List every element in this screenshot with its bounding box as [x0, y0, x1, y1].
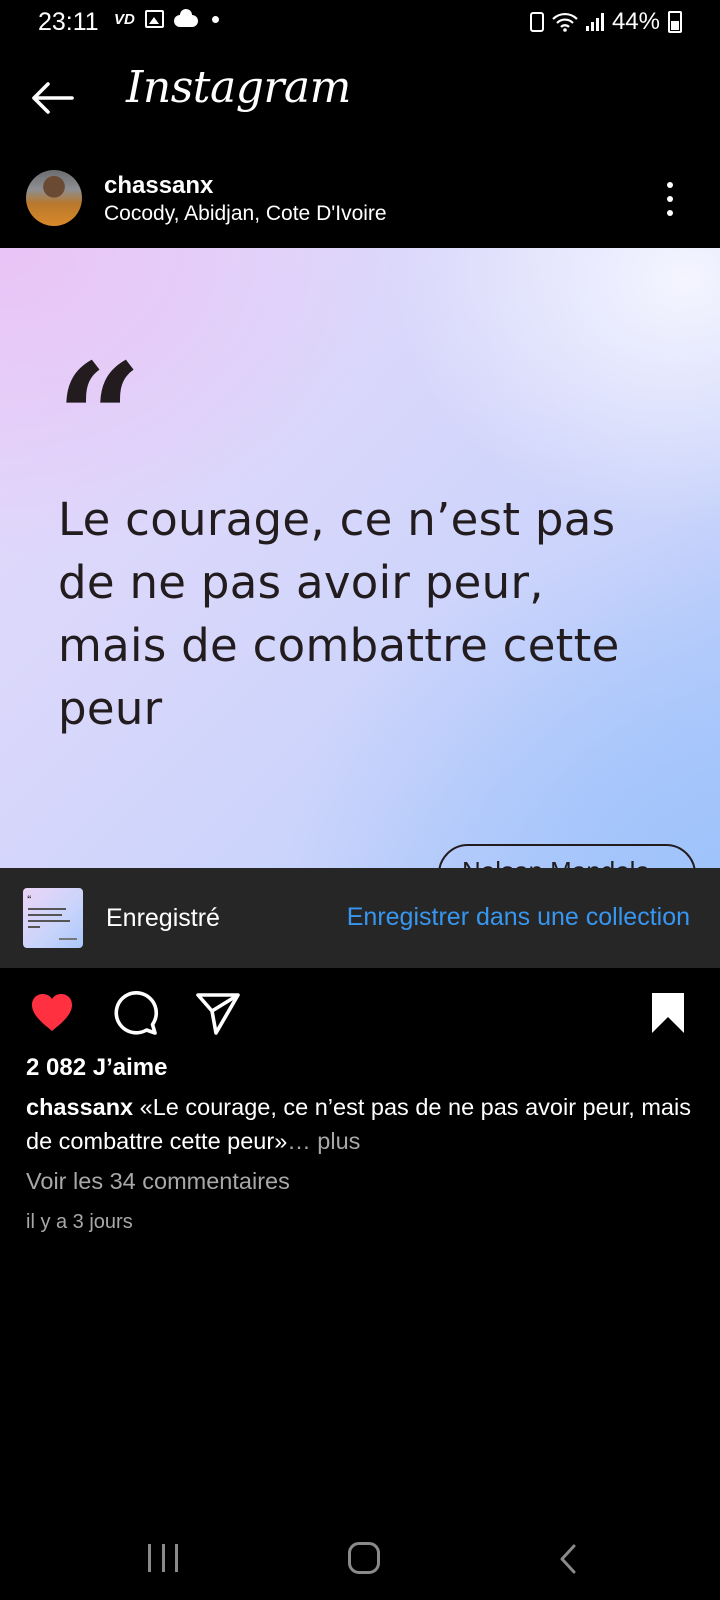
gallery-icon — [144, 10, 164, 28]
post-caption: chassanx «Le courage, ce n’est pas de ne… — [26, 1090, 696, 1158]
quote-line: Le courage, ce n’est pas — [58, 493, 616, 546]
wifi-icon — [552, 12, 578, 32]
battery-percent: 44% — [611, 8, 660, 35]
post-actions — [0, 985, 720, 1041]
post-username[interactable]: chassanx — [104, 172, 213, 200]
likes-count[interactable]: 2 082 J’aime — [26, 1054, 167, 1082]
quote-line: de ne pas avoir peur, — [58, 556, 544, 609]
notification-dot-icon — [211, 15, 219, 23]
signal-icon — [585, 13, 604, 31]
avatar[interactable] — [26, 170, 82, 226]
heart-filled-icon[interactable] — [28, 989, 76, 1037]
post-location[interactable]: Cocody, Abidjan, Cote D'Ivoire — [104, 202, 387, 226]
system-nav-bar — [0, 1520, 720, 1600]
battery-saver-icon — [529, 12, 544, 32]
post-header: chassanx Cocody, Abidjan, Cote D'Ivoire — [0, 160, 720, 242]
instagram-logo: Instagram — [126, 62, 351, 113]
saved-label: Enregistré — [106, 904, 220, 932]
quote-line: mais de combattre cette — [58, 619, 620, 672]
arrow-left-icon[interactable] — [28, 78, 76, 118]
status-time: 23:11 — [38, 8, 99, 36]
bookmark-filled-icon[interactable] — [644, 989, 692, 1037]
quote-author: Nelson Mandela — [438, 844, 696, 868]
battery-icon — [668, 11, 682, 33]
caption-more-link[interactable]: … plus — [287, 1128, 360, 1154]
app-header: Instagram — [0, 56, 720, 140]
quote-line: peur — [58, 682, 163, 735]
send-icon[interactable] — [194, 989, 242, 1037]
recent-apps-icon[interactable] — [148, 1544, 178, 1574]
save-to-collection-link[interactable]: Enregistrer dans une collection — [347, 903, 690, 932]
saved-toast: “ Enregistré Enregistrer dans une collec… — [0, 868, 720, 968]
view-comments-link[interactable]: Voir les 34 commentaires — [26, 1168, 290, 1195]
back-icon[interactable] — [556, 1544, 582, 1574]
post-image[interactable]: “ Le courage, ce n’est pas de ne pas avo… — [0, 248, 720, 868]
quote-mark: “ — [56, 331, 143, 507]
status-bar: 23:11 VD 44% — [0, 0, 720, 46]
home-icon[interactable] — [348, 1542, 380, 1574]
status-right-icons: 44% — [529, 8, 682, 36]
comment-icon[interactable] — [112, 989, 160, 1037]
vd-icon: VD — [114, 10, 135, 28]
quote-text: Le courage, ce n’est pas de ne pas avoir… — [58, 488, 678, 740]
more-vertical-icon[interactable] — [664, 182, 676, 216]
cloud-icon — [173, 9, 198, 27]
saved-thumbnail: “ — [23, 888, 83, 948]
post-timestamp: il y a 3 jours — [26, 1211, 133, 1233]
status-left-icons: VD — [114, 9, 219, 28]
caption-username[interactable]: chassanx — [26, 1094, 133, 1120]
